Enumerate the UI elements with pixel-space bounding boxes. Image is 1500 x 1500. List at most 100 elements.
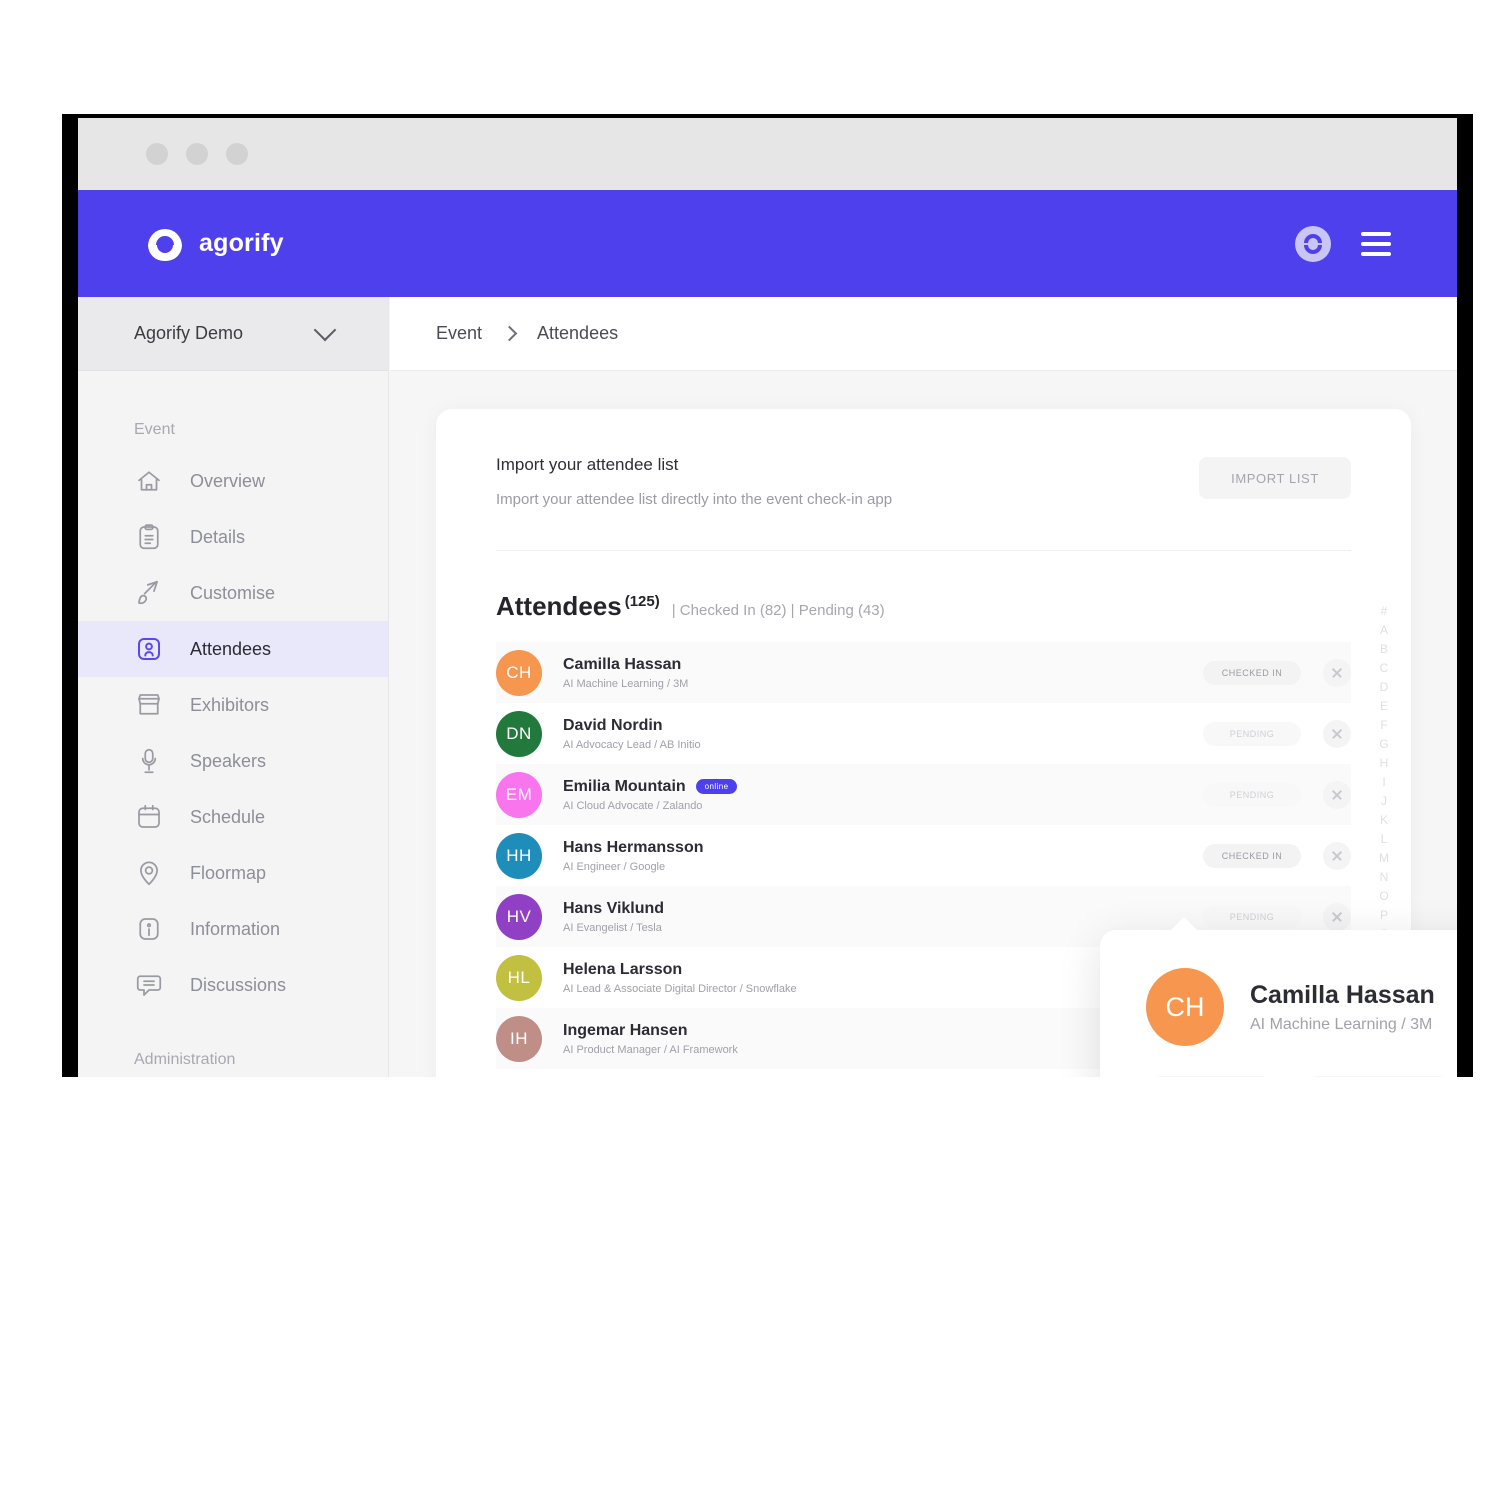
workspace-switcher[interactable]: Agorify Demo [78,297,388,371]
alphabet-index-letter[interactable]: E [1380,700,1388,712]
header-actions [1295,225,1391,262]
sidebar-item-label: Speakers [190,750,267,771]
alphabet-index-letter[interactable]: F [1380,719,1387,731]
sidebar-item-schedule[interactable]: Schedule [78,789,388,845]
device-frame: agorify Agorify Demo Event Overview Deta… [62,114,1473,1077]
window-close-button[interactable] [146,143,168,165]
status-badge[interactable]: PENDING [1203,721,1301,746]
home-icon [134,466,164,496]
status-badge[interactable]: PENDING [1203,782,1301,807]
avatar: EM [496,771,542,818]
avatar: HV [496,893,542,940]
alphabet-index-letter[interactable]: A [1380,624,1388,636]
booth-icon [134,690,164,720]
brand-logo-group[interactable]: agorify [148,227,284,261]
status-badge[interactable]: CHECKED IN [1203,660,1301,685]
breadcrumb: Event Attendees [390,297,1457,371]
avatar: CH [496,649,542,696]
alphabet-index-letter[interactable]: N [1380,871,1389,883]
attendee-name: Emilia Mountain [563,777,686,795]
alphabet-index-letter[interactable]: M [1379,852,1389,864]
window-minimize-button[interactable] [186,143,208,165]
alphabet-index-letter[interactable]: G [1379,738,1388,750]
hamburger-menu-icon[interactable] [1361,231,1391,256]
divider [496,550,1351,551]
attendee-info: Camilla Hassan AI Machine Learning / 3M [563,656,1203,690]
alphabet-index-letter[interactable]: D [1380,681,1389,693]
avatar: HH [496,832,542,879]
sidebar-item-customise[interactable]: Customise [78,565,388,621]
attendee-role: AI Engineer / Google [563,860,666,873]
breadcrumb-parent[interactable]: Event [436,323,482,344]
attendees-status-summary: | Checked In (82) | Pending (43) [671,602,885,619]
alphabet-index-letter[interactable]: I [1382,776,1385,788]
attendee-name-line: Hans Hermansson [563,839,1203,857]
status-badge: online [695,779,738,794]
chevron-down-icon [313,318,337,342]
sidebar-item-label: Schedule [190,806,266,827]
sidebar-item-attendees[interactable]: Attendees [78,621,388,677]
attendee-name-line: Emilia Mountain online [563,778,1203,796]
user-card-icon [134,634,164,664]
import-list-button[interactable]: IMPORT LIST [1199,457,1351,499]
alphabet-index-letter[interactable]: H [1380,757,1389,769]
user-avatar-icon[interactable] [1295,225,1331,262]
remove-attendee-button[interactable] [1323,719,1351,748]
remove-attendee-button[interactable] [1323,780,1351,809]
popover-identity: Camilla Hassan AI Machine Learning / 3M [1250,981,1435,1034]
attendee-name: Ingemar Hansen [563,1021,688,1039]
workspace-name: Agorify Demo [134,323,244,343]
sidebar-item-information[interactable]: Information [78,901,388,957]
remove-attendee-button[interactable] [1323,841,1351,870]
avatar: CH [1146,968,1224,1046]
remove-attendee-button[interactable] [1323,902,1351,931]
status-badge[interactable]: PENDING [1203,904,1301,929]
avatar: IH [496,1015,542,1062]
nav-section-administration: Administration [134,1051,236,1068]
table-row[interactable]: CH Camilla Hassan AI Machine Learning / 3M… [496,642,1351,703]
avatar: ID [496,1076,542,1077]
attendees-heading: Attendees (125) | Checked In (82) | Pend… [496,591,1351,622]
calendar-icon [134,802,164,832]
app-body: Agorify Demo Event Overview Details Cust… [78,297,1457,1077]
alphabet-index-letter[interactable]: J [1381,795,1387,807]
attendee-name: Hans Hermansson [563,838,704,856]
status-badge[interactable]: CHECKED IN [1203,843,1301,868]
avatar: DN [496,710,542,757]
sidebar-item-details[interactable]: Details [78,509,388,565]
sidebar-item-floormap[interactable]: Floormap [78,845,388,901]
sidebar-item-label: Customise [190,582,276,603]
alphabet-index-letter[interactable]: B [1380,643,1388,655]
table-row[interactable]: HH Hans Hermansson AI Engineer / Google CHE… [496,825,1351,886]
app-header: agorify [78,190,1457,297]
attendee-role: AI Machine Learning / 3M [563,677,689,690]
attendee-info: Hans Viklund AI Evangelist / Tesla [563,900,1203,934]
table-row[interactable]: EM Emilia Mountain online AI Cloud Advocate… [496,764,1351,825]
alphabet-index-letter[interactable]: O [1379,890,1388,902]
popover-name: Camilla Hassan [1250,980,1435,1009]
remove-from-list-button[interactable]: REMOVE FROM THE LIST [1302,1076,1454,1077]
attendee-name-line: Camilla Hassan [563,656,1203,674]
alphabet-index-letter[interactable]: K [1380,814,1388,826]
alphabet-index-letter[interactable]: P [1380,909,1388,921]
import-section: Import your attendee list Import your at… [496,455,1351,508]
window-maximize-button[interactable] [226,143,248,165]
sidebar-item-speakers[interactable]: Speakers [78,733,388,789]
sidebar-item-overview[interactable]: Overview [78,453,388,509]
avatar: HL [496,954,542,1001]
agorify-logo-icon [148,227,182,261]
attendee-role: AI Cloud Advocate / Zalando [563,799,703,812]
sidebar-item-exhibitors[interactable]: Exhibitors [78,677,388,733]
table-row[interactable]: DN David Nordin AI Advocacy Lead / AB Init… [496,703,1351,764]
alphabet-index-letter[interactable]: C [1380,662,1389,674]
sidebar: Agorify Demo Event Overview Details Cust… [78,297,389,1077]
sidebar-item-discussions[interactable]: Discussions [78,957,388,1013]
brush-icon [134,578,164,608]
alphabet-index-letter[interactable]: # [1381,605,1388,617]
checked-in-button[interactable]: CHECKED IN [1146,1076,1276,1077]
attendee-name-line: David Nordin [563,717,1203,735]
remove-attendee-button[interactable] [1323,658,1351,687]
page-title: Attendees [496,591,622,621]
popover-role: AI Machine Learning / 3M [1250,1015,1433,1033]
alphabet-index-letter[interactable]: L [1381,833,1388,845]
